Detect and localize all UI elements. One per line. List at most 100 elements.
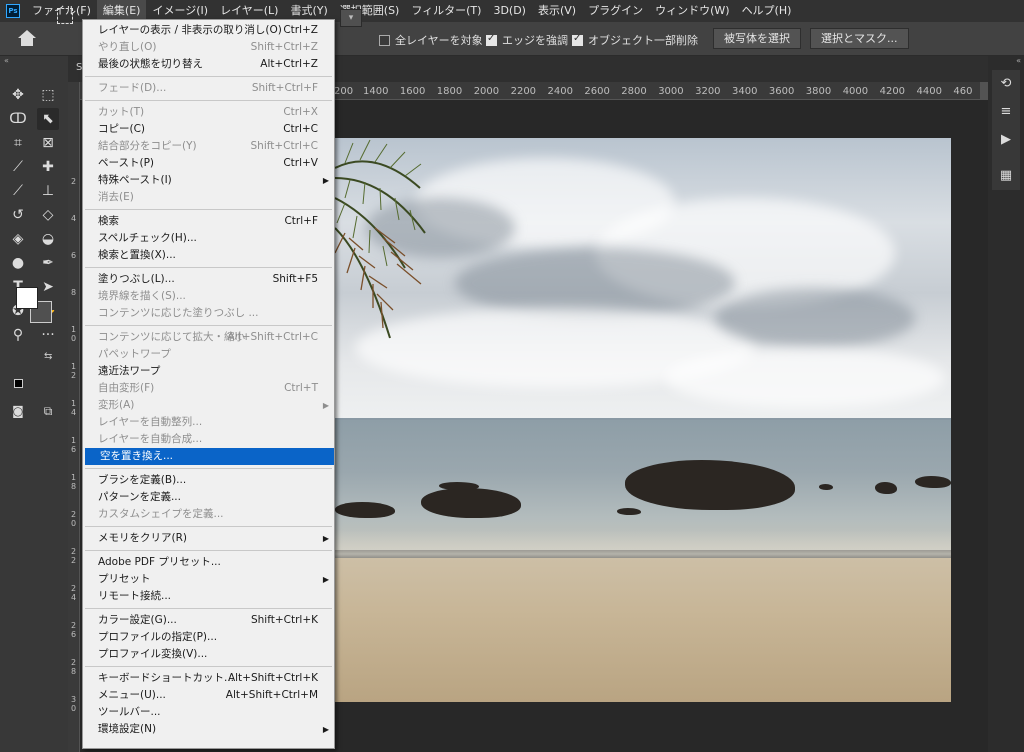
paint-bucket-tool-icon[interactable]: ◈ [7,228,29,250]
edge-enhance-checkbox-box[interactable] [486,33,497,46]
menu-10[interactable]: ウィンドウ(W) [649,0,735,22]
path-selection-tool-icon[interactable]: ➤ [37,276,59,298]
edit-menu-item[interactable]: レイヤーを自動整列... [83,414,334,431]
menu-item-shortcut: Ctrl+T [284,382,318,394]
edit-menu-item[interactable]: コピー(C) Ctrl+C [83,121,334,138]
edit-menu-item[interactable]: コンテンツに応じた塗りつぶし ... [83,305,334,322]
edit-menu-item[interactable]: スペルチェック(H)... [83,230,334,247]
pen-tool-icon[interactable]: ✒ [37,252,59,274]
history-brush-tool-icon[interactable]: ↺ [7,204,29,226]
edit-menu-item[interactable]: 検索 Ctrl+F [83,213,334,230]
sample-size-dropdown[interactable]: ▾ [340,9,362,27]
crop-tool-icon[interactable]: ⌗ [7,132,29,154]
edit-menu-item[interactable]: メニュー(U)... Alt+Shift+Ctrl+M [83,687,334,704]
edit-menu-item[interactable]: 特殊ペースト(I) ▶ [83,172,334,189]
object-subtract-checkbox-box[interactable] [572,33,583,46]
swap-colors-icon[interactable]: ⇆ [44,351,52,362]
menu-item-shortcut: Shift+Ctrl+Z [250,41,318,53]
blur-tool-icon[interactable]: ◒ [37,228,59,250]
frame-tool-icon[interactable]: ⊠ [37,132,59,154]
edit-menu-item[interactable]: カスタムシェイプを定義... [83,506,334,523]
beach-photo[interactable] [335,138,951,702]
menu-item-label: 遠近法ワープ [98,365,161,377]
ruler-tick-label: 200 [334,86,354,97]
marquee-tool-icon[interactable]: ⬚ [37,84,59,106]
edit-menu-item[interactable]: キーボードショートカット... Alt+Shift+Ctrl+K [83,670,334,687]
edit-menu-item[interactable]: メモリをクリア(R) ▶ [83,530,334,547]
edit-menu-item[interactable]: 結合部分をコピー(Y) Shift+Ctrl+C [83,138,334,155]
edit-menu-item[interactable]: 遠近法ワープ [83,363,334,380]
more-tools-icon[interactable]: ··· [37,324,59,346]
healing-brush-tool-icon[interactable]: ✚ [37,156,59,178]
select-subject-button[interactable]: 被写体を選択 [713,28,801,49]
menu-separator [85,100,332,101]
edit-menu-item[interactable]: パペットワープ [83,346,334,363]
home-icon[interactable] [17,29,37,49]
edit-menu-item[interactable]: ツールバー... [83,704,334,721]
edit-menu-item[interactable]: カット(T) Ctrl+X [83,104,334,121]
edit-menu-item[interactable]: 環境設定(N) ▶ [83,721,334,738]
right-dock-collapse-arrows[interactable]: « [988,56,1024,66]
menu-7[interactable]: 3D(D) [487,0,532,22]
menu-item-shortcut: Shift+Ctrl+K [250,614,318,626]
edit-menu-item[interactable]: カラー設定(G)... Shift+Ctrl+K [83,612,334,629]
eyedropper-tool-icon[interactable]: ⟋ [7,156,29,178]
dodge-tool-icon[interactable]: ● [7,252,29,274]
toolbar-collapse-arrows[interactable]: « [0,56,68,66]
edit-menu-item[interactable]: 自由変形(F) Ctrl+T [83,380,334,397]
edge-enhance-label: エッジを強調 [502,34,568,47]
edit-menu-item[interactable]: 検索と置換(X)... [83,247,334,264]
history-panel-icon[interactable]: ⟲ [998,76,1014,92]
all-layers-checkbox-box[interactable] [379,34,390,46]
edit-menu-item[interactable]: 塗りつぶし(L)... Shift+F5 [83,271,334,288]
quick-mask-icon[interactable]: ◙ [7,400,29,422]
edit-menu-item[interactable]: プロファイルの指定(P)... [83,629,334,646]
edit-menu-item[interactable]: プロファイル変換(V)... [83,646,334,663]
object-selection-tool-icon[interactable]: ⬉ [37,108,59,130]
edit-menu-item[interactable]: 空を置き換え... [85,448,334,465]
actions-play-icon[interactable]: ▶ [998,132,1014,148]
tool-preset-picker-icon[interactable] [57,8,73,24]
edit-menu-item[interactable]: Adobe PDF プリセット... [83,554,334,571]
menu-item-label: 塗りつぶし(L)... [98,273,175,285]
menu-item-label: コンテンツに応じて拡大・縮小 [98,331,245,343]
vertical-ruler-label: 3 [70,695,77,704]
edit-menu-item[interactable]: パターンを定義... [83,489,334,506]
edit-menu-item[interactable]: 変形(A) ▶ [83,397,334,414]
menu-6[interactable]: フィルター(T) [405,0,487,22]
brush-tool-icon[interactable]: ⟋ [7,180,29,202]
menu-9[interactable]: プラグイン [582,0,649,22]
zoom-tool-icon[interactable]: ⚲ [7,324,29,346]
menu-11[interactable]: ヘルプ(H) [736,0,798,22]
adjustments-panel-icon[interactable]: ≡ [998,104,1014,120]
eraser-tool-icon[interactable]: ◇ [37,204,59,226]
edit-menu-item[interactable]: レイヤーの表示 / 非表示の取り消し(O) Ctrl+Z [83,22,334,39]
edit-menu-item[interactable]: レイヤーを自動合成... [83,431,334,448]
edit-menu-item[interactable]: 境界線を描く(S)... [83,288,334,305]
select-and-mask-button[interactable]: 選択とマスク... [810,28,909,49]
vertical-ruler-label: 4 [70,408,77,417]
move-tool-icon[interactable]: ✥ [7,84,29,106]
edit-menu-item[interactable]: フェード(D)... Shift+Ctrl+F [83,80,334,97]
edit-menu-item[interactable]: リモート接続... [83,588,334,605]
ruler-tick-label: 1400 [363,86,389,97]
screen-mode-icon[interactable]: ⧉ [37,400,59,422]
edit-menu-item[interactable]: 消去(E) [83,189,334,206]
glyphs-grid-panel-icon[interactable]: ▦ [998,168,1014,184]
edit-menu-item[interactable]: 最後の状態を切り替え Alt+Ctrl+Z [83,56,334,73]
lasso-tool-icon[interactable]: ↀ [7,108,29,130]
edit-menu-item[interactable]: プリセット ▶ [83,571,334,588]
edit-menu-item[interactable]: ペースト(P) Ctrl+V [83,155,334,172]
vertical-ruler-label: 0 [70,704,77,713]
edit-menu-item[interactable]: やり直し(O) Shift+Ctrl+Z [83,39,334,56]
object-subtract-checkbox[interactable]: オブジェクト一部削除 [572,32,698,48]
stamp-tool-icon[interactable]: ⊥ [37,180,59,202]
default-colors-icon[interactable] [14,379,23,388]
foreground-color-swatch[interactable] [16,287,38,309]
menu-8[interactable]: 表示(V) [532,0,582,22]
all-layers-checkbox[interactable]: 全レイヤーを対象 [379,32,483,48]
menu-item-label: やり直し(O) [98,41,157,53]
edit-menu-item[interactable]: ブラシを定義(B)... [83,472,334,489]
edit-menu-item[interactable]: コンテンツに応じて拡大・縮小 Alt+Shift+Ctrl+C [83,329,334,346]
edge-enhance-checkbox[interactable]: エッジを強調 [486,32,568,48]
